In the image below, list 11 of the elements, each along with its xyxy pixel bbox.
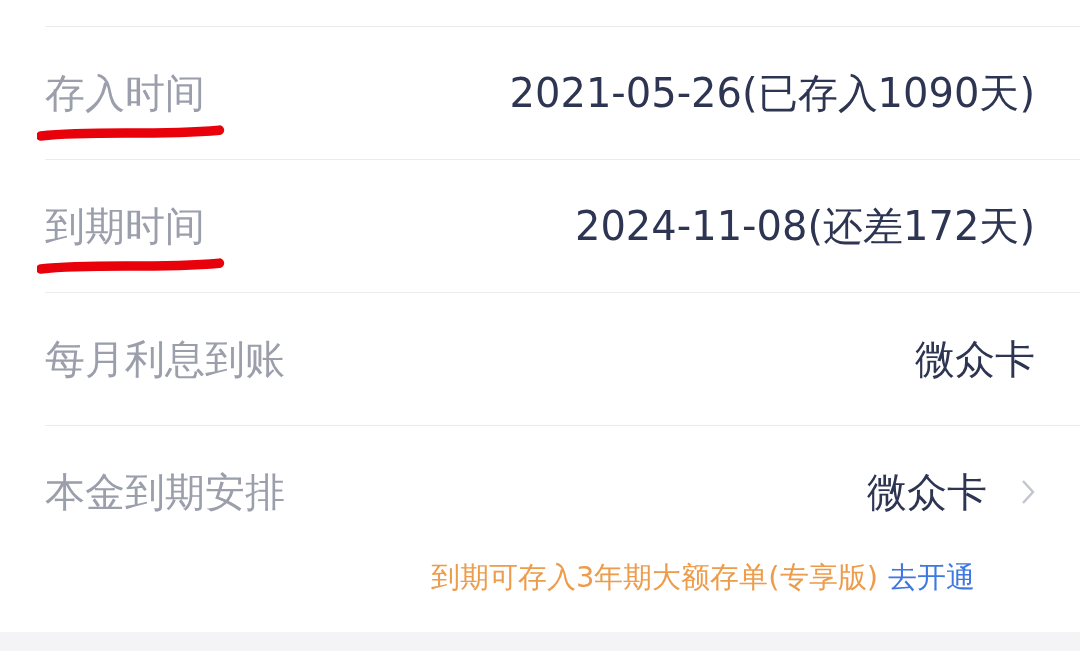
field-label: 本金到期安排 (45, 468, 285, 515)
field-value: 2024-11-08(还差172天) (574, 201, 1035, 251)
promo-note: 到期可存入3年期大额存单(专享版) (430, 559, 878, 596)
field-value: 2021-05-26(已存入1090天) (509, 68, 1035, 118)
field-label: 每月利息到账 (45, 335, 285, 382)
chevron-right-icon[interactable] (1021, 479, 1035, 505)
field-value: 微众卡 (915, 334, 1035, 384)
field-value[interactable]: 微众卡 (867, 464, 987, 520)
field-label: 存入时间 (45, 69, 205, 116)
field-label: 到期时间 (45, 202, 205, 249)
activate-link[interactable]: 去开通 (888, 558, 975, 598)
